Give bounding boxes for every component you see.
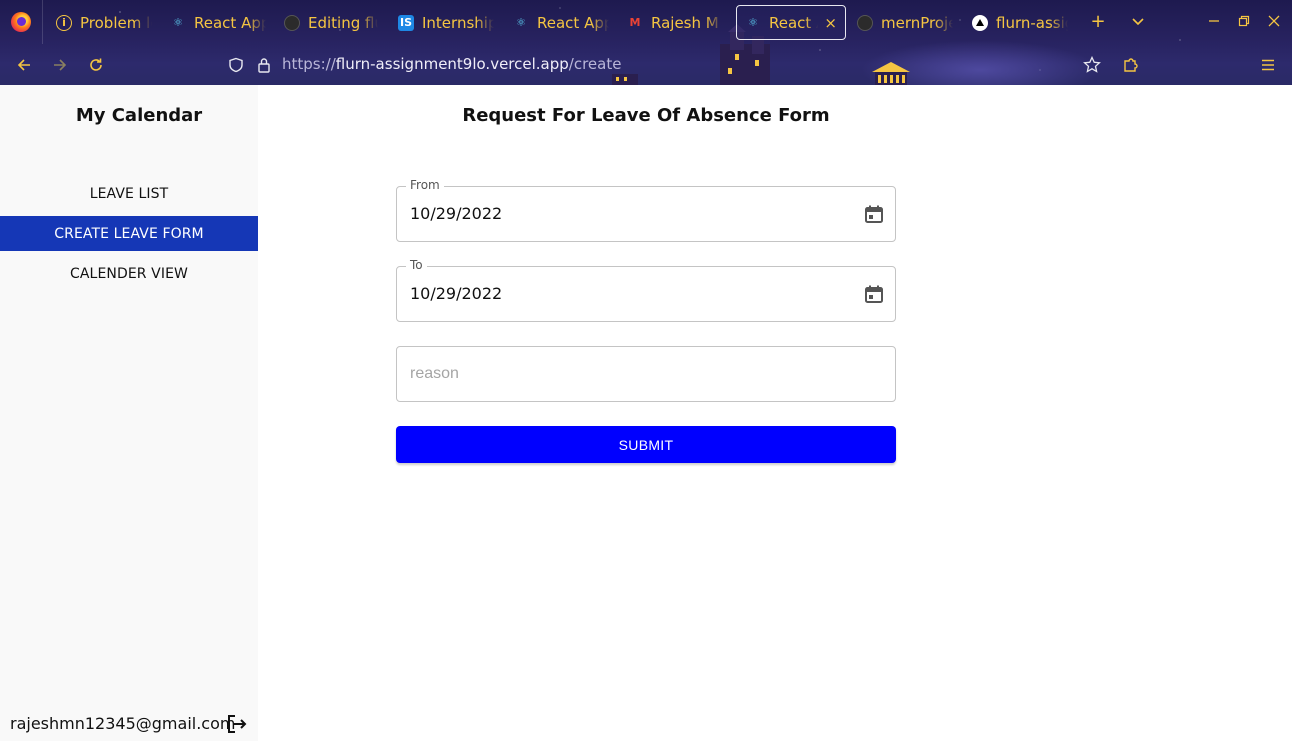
browser-tab[interactable]: IS Internship: [390, 5, 502, 40]
tab-title: Rajesh M N: [651, 13, 723, 32]
internshala-icon: IS: [398, 14, 414, 31]
browser-tab[interactable]: mernProje: [849, 5, 961, 40]
tab-title: React Ap: [769, 13, 818, 32]
info-icon: i: [56, 14, 72, 31]
url-host: flurn-assignment9lo.vercel.app: [335, 55, 569, 73]
url-scheme: https://: [282, 55, 336, 73]
to-date-field[interactable]: To 10/29/2022: [396, 258, 896, 322]
sidebar-item-leave-list[interactable]: LEAVE LIST: [0, 176, 258, 211]
sidebar-item-calender-view[interactable]: CALENDER VIEW: [0, 256, 258, 291]
restore-window-icon[interactable]: [1232, 10, 1256, 34]
tab-title: Internship: [422, 13, 494, 32]
tab-title: Problem lo: [80, 13, 152, 32]
vercel-icon: [972, 14, 988, 31]
sidebar-item-create-leave-form[interactable]: CREATE LEAVE FORM: [0, 216, 258, 251]
extensions-puzzle-icon[interactable]: [1118, 52, 1144, 78]
react-icon: ⚛: [748, 16, 758, 29]
list-tabs-chevron-icon[interactable]: [1126, 10, 1150, 34]
close-window-icon[interactable]: [1262, 10, 1286, 34]
browser-tab[interactable]: flurn-assig: [964, 5, 1076, 40]
browser-tab[interactable]: M Rajesh M N: [619, 5, 731, 40]
tab-bar: i Problem lo ⚛ React App Editing flu IS …: [0, 0, 1292, 44]
tab-title: React App: [537, 13, 609, 32]
calendar-icon[interactable]: [864, 284, 884, 304]
bookmark-star-icon[interactable]: [1079, 52, 1105, 78]
from-date-field[interactable]: From 10/29/2022: [396, 178, 896, 242]
url-path: /create: [568, 55, 622, 73]
page-title: Request For Leave Of Absence Form: [462, 105, 830, 126]
submit-button[interactable]: SUBMIT: [396, 426, 896, 463]
browser-tab[interactable]: ⚛ React App: [162, 5, 274, 40]
from-date-value[interactable]: 10/29/2022: [410, 204, 502, 223]
firefox-menu-icon[interactable]: [11, 12, 31, 32]
calendar-icon[interactable]: [864, 204, 884, 224]
minimize-window-icon[interactable]: [1202, 10, 1226, 34]
browser-tab-active[interactable]: ⚛ React Ap ×: [736, 5, 846, 40]
close-tab-icon[interactable]: ×: [824, 14, 837, 32]
browser-chrome: i Problem lo ⚛ React App Editing flu IS …: [0, 0, 1292, 85]
sidebar-item-label: LEAVE LIST: [89, 185, 169, 202]
github-icon: [284, 14, 300, 31]
react-icon: ⚛: [173, 16, 183, 29]
address-bar[interactable]: https://flurn-assignment9lo.vercel.app/c…: [282, 55, 621, 73]
tab-title: flurn-assig: [996, 13, 1068, 32]
reload-icon[interactable]: [83, 52, 109, 78]
tab-title: Editing flu: [308, 13, 378, 32]
tab-title: mernProje: [881, 13, 953, 32]
reason-input[interactable]: [397, 347, 895, 401]
browser-tab[interactable]: Editing flu: [276, 5, 386, 40]
hamburger-menu-icon[interactable]: [1255, 52, 1281, 78]
main-content: Request For Leave Of Absence Form From 1…: [258, 85, 1292, 741]
github-icon: [857, 14, 873, 31]
to-date-value[interactable]: 10/29/2022: [410, 284, 502, 303]
user-email: rajeshmn12345@gmail.com: [10, 714, 236, 733]
forward-arrow-icon[interactable]: [47, 52, 73, 78]
sidebar-title: My Calendar: [75, 105, 203, 126]
from-label: From: [406, 178, 444, 192]
lock-icon[interactable]: [251, 52, 277, 78]
sidebar: My Calendar LEAVE LIST CREATE LEAVE FORM…: [0, 85, 258, 741]
sidebar-item-label: CALENDER VIEW: [70, 265, 188, 282]
back-arrow-icon[interactable]: [11, 52, 37, 78]
browser-tab[interactable]: i Problem lo: [48, 5, 160, 40]
react-icon: ⚛: [516, 16, 526, 29]
sidebar-item-label: CREATE LEAVE FORM: [54, 225, 204, 242]
navigation-bar: https://flurn-assignment9lo.vercel.app/c…: [0, 44, 1292, 85]
logout-icon[interactable]: [226, 713, 248, 735]
new-tab-icon[interactable]: +: [1086, 10, 1110, 34]
gmail-icon: M: [629, 16, 641, 29]
to-label: To: [406, 258, 427, 272]
tab-title: React App: [194, 13, 266, 32]
reason-field[interactable]: [396, 346, 896, 402]
browser-tab[interactable]: ⚛ React App: [505, 5, 617, 40]
tracking-protection-shield-icon[interactable]: [223, 52, 249, 78]
